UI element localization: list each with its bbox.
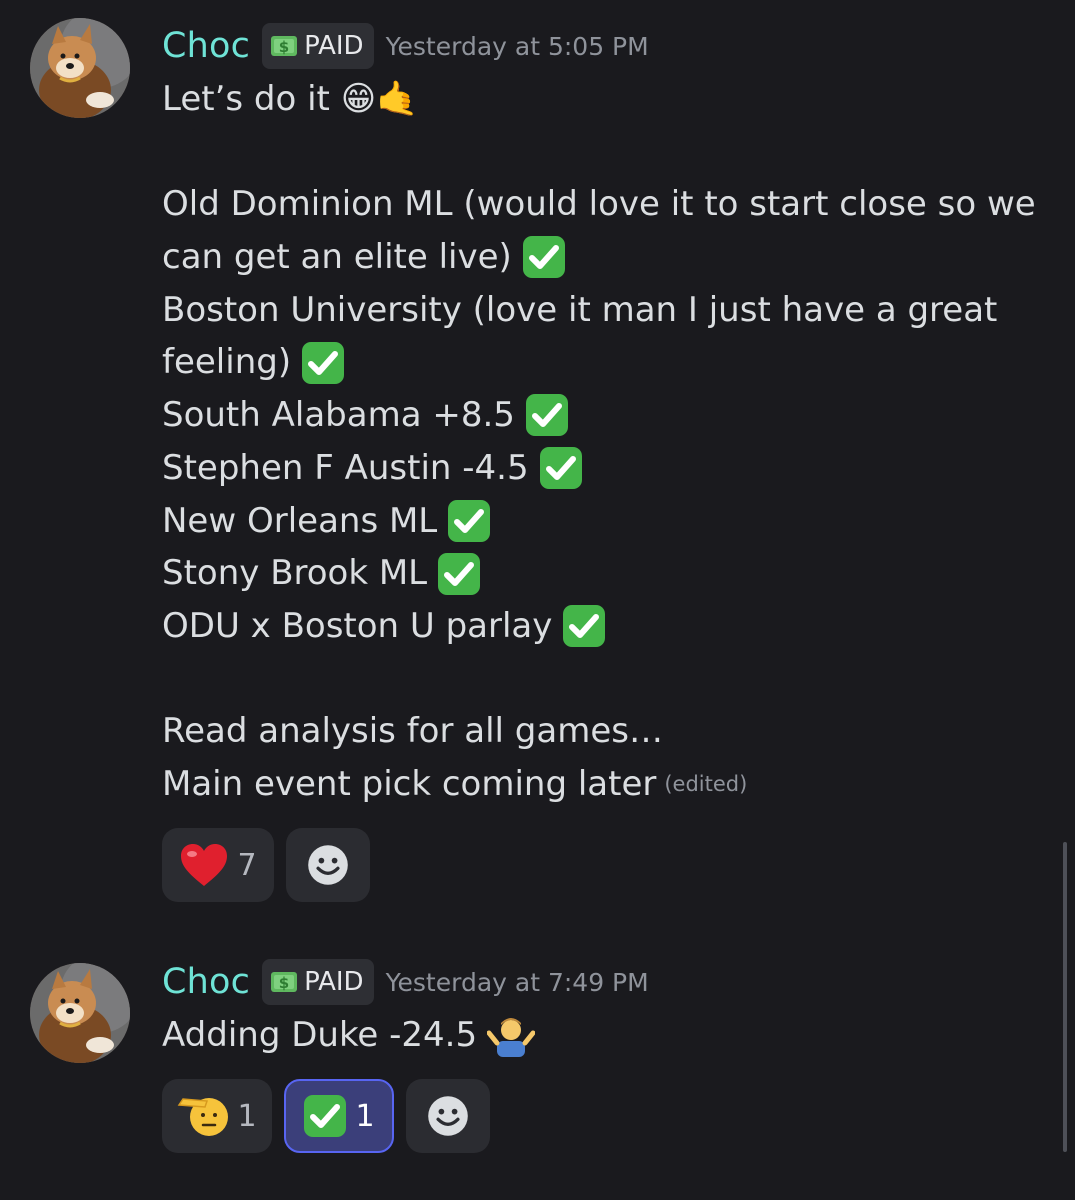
role-badge-label: PAID [304, 31, 364, 61]
message-content: Adding Duke -24.5 [162, 1009, 1042, 1062]
heart-emoji-icon [181, 844, 228, 886]
avatar[interactable] [30, 18, 130, 118]
message-line: Boston University (love it man I just ha… [162, 289, 998, 330]
saluting-face-emoji-icon [178, 1098, 229, 1136]
message-content: Let’s do it 😁🤙 Old Dominion ML (would lo… [162, 73, 1042, 811]
reaction-saluting-face[interactable]: 1 [162, 1079, 272, 1153]
message-line: Read analysis for all games… [162, 711, 663, 752]
check-mark-button-icon [522, 235, 566, 279]
reaction-check-mark[interactable]: 1 [284, 1079, 394, 1153]
username[interactable]: Choc [162, 26, 250, 66]
role-badge[interactable]: PAID [262, 959, 374, 1005]
reactions: 7 [162, 828, 370, 902]
message-line: Stephen F Austin -4.5 [162, 442, 1042, 495]
message-line: can get an elite live) [162, 231, 1042, 284]
check-mark-button-icon [562, 604, 606, 648]
role-badge-label: PAID [304, 967, 364, 997]
message-header: Choc PAID Yesterday at 5:05 PM [162, 18, 649, 74]
timestamp: Yesterday at 5:05 PM [385, 31, 649, 61]
username[interactable]: Choc [162, 962, 250, 1002]
add-reaction-button[interactable] [406, 1079, 490, 1153]
timestamp: Yesterday at 7:49 PM [385, 967, 649, 997]
role-badge[interactable]: PAID [262, 23, 374, 69]
message-line: Main event pick coming later (edited) [162, 758, 1042, 811]
reaction-count: 1 [355, 1098, 375, 1134]
person-shrugging-emoji-icon [487, 1018, 536, 1058]
message-line: Stony Brook ML [162, 547, 1042, 600]
money-icon [270, 32, 298, 60]
check-mark-button-icon [447, 499, 491, 543]
check-mark-button-emoji-icon [303, 1094, 347, 1138]
money-icon [270, 968, 298, 996]
reaction-count: 1 [237, 1098, 257, 1134]
check-mark-button-icon [539, 446, 583, 490]
avatar[interactable] [30, 963, 130, 1063]
message-line: Let’s do it 😁🤙 [162, 79, 419, 119]
message-line: ODU x Boston U parlay [162, 600, 1042, 653]
check-mark-button-icon [301, 341, 345, 385]
message-line: South Alabama +8.5 [162, 389, 1042, 442]
reaction-count: 7 [237, 847, 257, 883]
reactions: 1 1 [162, 1079, 490, 1153]
edited-label: (edited) [664, 771, 748, 796]
reaction-heart[interactable]: 7 [162, 828, 274, 902]
chat-view: Choc PAID Yesterday at 5:05 PM Let’s do … [0, 0, 1075, 1200]
add-reaction-icon [426, 1094, 470, 1138]
message-line: Old Dominion ML (would love it to start … [162, 184, 1036, 225]
check-mark-button-icon [525, 393, 569, 437]
check-mark-button-icon [437, 552, 481, 596]
add-reaction-button[interactable] [286, 828, 370, 902]
add-reaction-icon [306, 843, 350, 887]
message-header: Choc PAID Yesterday at 7:49 PM [162, 954, 649, 1010]
message-line: New Orleans ML [162, 495, 1042, 548]
message-line: Adding Duke -24.5 [162, 1009, 1042, 1062]
message-line: feeling) [162, 336, 1042, 389]
scrollbar[interactable] [1063, 842, 1067, 1152]
